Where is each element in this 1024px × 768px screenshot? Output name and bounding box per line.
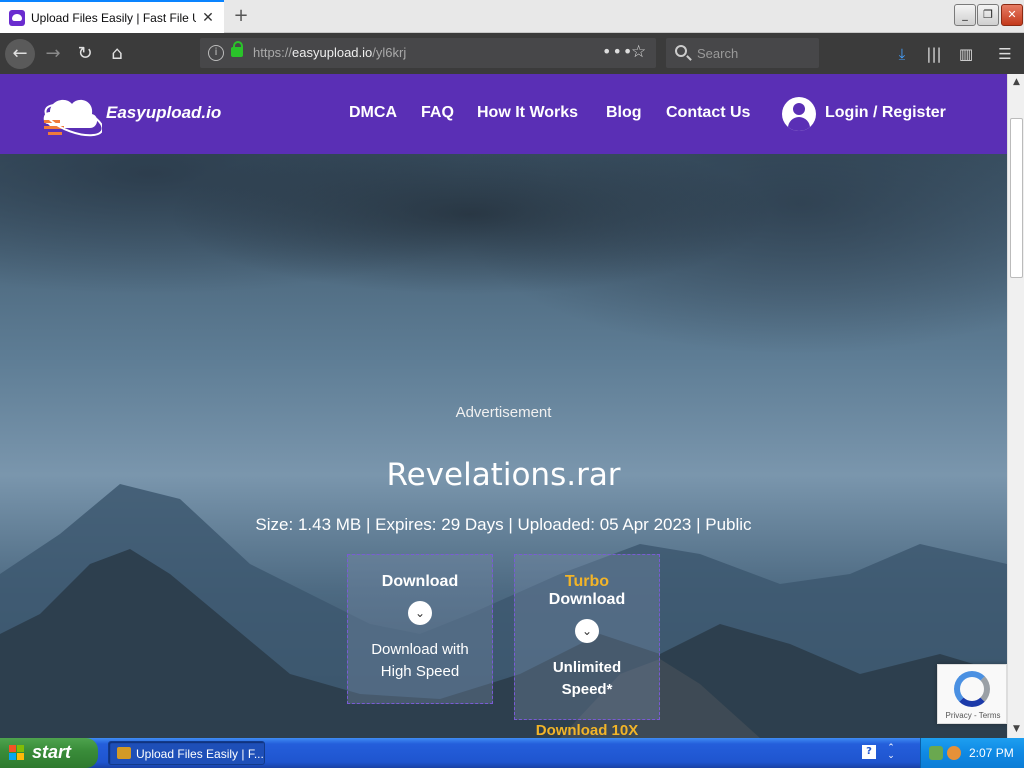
site-logo[interactable]: Easyupload.io [40,86,230,144]
url-bar[interactable]: i https://easyupload.io/yl6krj ••• ☆ [200,38,656,68]
download-title: Download [381,573,459,590]
cloud-logo-icon [43,99,102,137]
secure-lock-icon[interactable] [231,41,243,57]
sidebar-toggle-icon[interactable]: ▥ [956,44,976,64]
hamburger-menu-icon[interactable]: ☰ [995,44,1015,64]
browser-tab-bar: Upload Files Easily | Fast File Uplo ✕ +… [0,0,1024,33]
start-button[interactable]: start [0,738,98,768]
nav-link-contact-us[interactable]: Contact Us [666,104,750,122]
advertisement-label: Advertisement [455,404,552,421]
download-desc-line1: Download with [371,641,469,658]
login-register-link[interactable]: Login / Register [825,104,946,122]
page-actions-ellipsis-icon[interactable]: ••• [602,42,633,61]
download-button[interactable]: Download ⌄ Download with High Speed [347,554,493,704]
browser-tab-active[interactable]: Upload Files Easily | Fast File Uplo ✕ [0,0,224,33]
nav-link-blog[interactable]: Blog [606,104,642,122]
logo-text: Easyupload.io [106,103,222,122]
mountain-silhouette [0,484,1007,738]
file-name-heading: Revelations.rar [386,457,621,493]
download-desc-line2: High Speed [380,663,460,680]
library-icon[interactable]: ||| [924,44,944,64]
site-info-icon[interactable]: i [208,45,224,61]
system-tray: 2:07 PM [920,738,1024,768]
taskbar-clock: 2:07 PM [969,746,1014,760]
recaptcha-icon [954,671,990,707]
back-arrow-icon[interactable]: ← [5,39,35,69]
reload-icon[interactable]: ↻ [70,39,100,69]
nav-link-how-it-works[interactable]: How It Works [477,104,578,122]
site-header: Easyupload.io DMCA FAQ How It Works Blog… [0,74,1007,154]
site-favicon-icon [9,10,25,26]
vertical-scrollbar[interactable]: ▲ ▼ [1007,74,1024,738]
windows-flag-icon [9,745,26,761]
firefox-icon [117,747,131,759]
chevron-down-icon: ⌄ [575,619,599,643]
search-icon [675,45,687,57]
chevron-down-icon: ⌄ [408,601,432,625]
network-tray-icon[interactable] [929,746,943,760]
file-info-line: Size: 1.43 MB | Expires: 29 Days | Uploa… [255,515,752,534]
search-tray-icon[interactable] [947,746,961,760]
search-input[interactable]: Search [666,38,819,68]
window-minimize-button[interactable]: _ [954,4,976,26]
nav-link-dmca[interactable]: DMCA [349,104,397,122]
turbo-desc-line1: Unlimited [552,659,622,676]
home-icon[interactable]: ⌂ [102,39,132,69]
tab-title: Upload Files Easily | Fast File Uplo [31,11,196,25]
start-label: start [32,742,72,762]
browser-nav-bar: ← → ↻ ⌂ i https://easyupload.io/yl6krj •… [0,33,1024,74]
scroll-down-arrow-icon[interactable]: ▼ [1009,721,1024,738]
tab-close-icon[interactable]: ✕ [200,10,216,26]
windows-taskbar: start Upload Files Easily | F... ? ⌃ ⌄ 2:… [0,738,1024,768]
taskbar-item-firefox[interactable]: Upload Files Easily | F... [108,741,265,765]
search-placeholder: Search [697,46,739,61]
forward-arrow-icon[interactable]: → [38,39,68,69]
downloads-arrow-icon[interactable]: ⤓ [892,44,912,64]
mountain-background-image [0,154,1007,738]
turbo-desc-line2: Speed* [561,681,613,698]
taskbar-item-label: Upload Files Easily | F... [136,747,264,761]
nav-link-faq[interactable]: FAQ [421,104,454,122]
page-viewport: Easyupload.io DMCA FAQ How It Works Blog… [0,74,1007,738]
window-close-button[interactable]: ✕ [1001,4,1023,26]
help-icon[interactable]: ? [862,745,876,759]
url-text[interactable]: https://easyupload.io/yl6krj [253,45,406,60]
turbo-download-title: Download [548,591,626,608]
recaptcha-privacy-terms[interactable]: Privacy - Terms [938,711,1007,720]
scroll-up-arrow-icon[interactable]: ▲ [1009,74,1024,91]
user-avatar-icon[interactable] [782,97,816,131]
turbo-label: Turbo [564,573,610,590]
window-maximize-button[interactable]: ❐ [977,4,999,26]
download-10x-link[interactable]: Download 10X [514,722,660,738]
recaptcha-badge[interactable]: Privacy - Terms [937,664,1007,724]
new-tab-plus-icon[interactable]: + [230,5,252,27]
turbo-download-button[interactable]: Turbo Download ⌄ Unlimited Speed* [514,554,660,720]
bookmark-star-icon[interactable]: ☆ [631,42,646,62]
scrollbar-thumb[interactable] [1010,118,1023,278]
expand-arrows-icon[interactable]: ⌃ ⌄ [884,744,898,762]
